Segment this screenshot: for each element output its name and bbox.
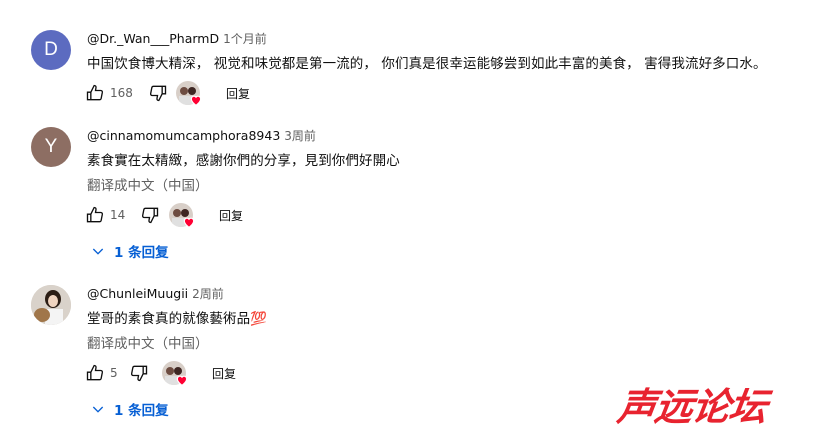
view-replies-button[interactable]: 1 条回复	[90, 399, 169, 419]
comment-actions: 5	[84, 361, 150, 385]
avatar[interactable]	[31, 285, 71, 325]
translate-link[interactable]: 翻译成中文（中国）	[87, 332, 209, 352]
watermark-logo: 声远论坛	[614, 385, 770, 429]
comment-text: 堂哥的素食真的就像藝術品💯	[87, 311, 268, 327]
comment-time[interactable]: 2周前	[192, 287, 224, 301]
like-icon[interactable]	[84, 82, 106, 104]
replies-label: 1 条回复	[114, 403, 169, 419]
comment-actions: 168	[84, 81, 169, 105]
like-count: 5	[110, 366, 118, 380]
avatar-letter: D	[44, 39, 58, 60]
like-icon[interactable]	[84, 204, 106, 226]
comment-header: @ChunleiMuugii 2周前	[87, 285, 224, 302]
replies-label: 1 条回复	[114, 245, 169, 261]
like-count: 168	[110, 86, 133, 100]
comment-header: @Dr._Wan___PharmD 1个月前	[87, 30, 267, 47]
comment-header: @cinnamomumcamphora8943 3周前	[87, 127, 316, 144]
dislike-icon[interactable]	[139, 204, 161, 226]
chevron-down-icon	[92, 248, 104, 255]
heart-icon	[176, 375, 188, 386]
dislike-icon[interactable]	[147, 82, 169, 104]
comment-author[interactable]: @cinnamomumcamphora8943	[87, 128, 280, 143]
heart-icon	[183, 217, 195, 228]
reply-button[interactable]: 回复	[212, 365, 236, 382]
comment-actions: 14	[84, 203, 161, 227]
comment-time[interactable]: 3周前	[284, 129, 316, 143]
avatar[interactable]: Y	[31, 127, 71, 167]
reply-button[interactable]: 回复	[226, 85, 250, 102]
like-icon[interactable]	[84, 362, 106, 384]
comment-text: 素食實在太精緻，感謝你們的分享，見到你們好開心	[87, 153, 400, 169]
view-replies-button[interactable]: 1 条回复	[90, 241, 169, 261]
comment-time[interactable]: 1个月前	[223, 32, 267, 46]
avatar-letter: Y	[44, 136, 58, 157]
like-count: 14	[110, 208, 126, 222]
comment-author[interactable]: @Dr._Wan___PharmD	[87, 31, 219, 46]
heart-icon	[190, 95, 202, 106]
chevron-down-icon	[92, 406, 104, 413]
translate-link[interactable]: 翻译成中文（中国）	[87, 174, 209, 194]
comment-text: 中国饮食博大精深， 视觉和味觉都是第一流的， 你们真是很幸运能够尝到如此丰富的美…	[87, 56, 767, 72]
dislike-icon[interactable]	[128, 362, 150, 384]
comment-author[interactable]: @ChunleiMuugii	[87, 286, 188, 301]
avatar[interactable]: D	[31, 30, 71, 70]
reply-button[interactable]: 回复	[219, 207, 243, 224]
